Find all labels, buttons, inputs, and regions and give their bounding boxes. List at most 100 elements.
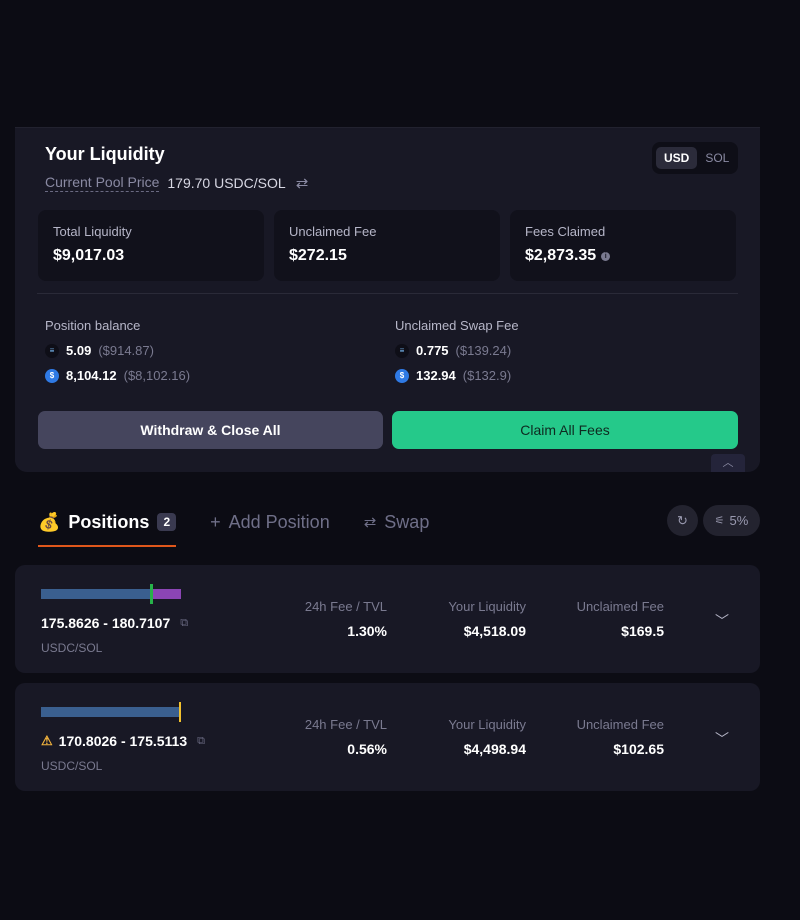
sliders-icon: ⚟ <box>714 515 725 527</box>
tab-swap-label: Swap <box>384 511 430 532</box>
balance-amount: 8,104.12 <box>66 368 117 383</box>
stat-value-text: $2,873.35 <box>525 247 597 264</box>
pool-price-value: 179.70 USDC/SOL <box>167 175 286 191</box>
slippage-value: 5% <box>729 513 749 528</box>
tab-positions-label: Positions <box>68 511 150 532</box>
external-link-icon[interactable]: ⧉ <box>180 617 188 630</box>
fee-usd: ($132.9) <box>462 368 512 383</box>
col-label: Your Liquidity <box>448 599 526 614</box>
usdc-token-icon: $ <box>395 368 409 383</box>
external-link-icon[interactable]: ⧉ <box>197 735 205 748</box>
tab-add-position[interactable]: + Add Position <box>210 505 330 539</box>
range-bar-price-marker <box>179 702 181 722</box>
fee-usd: ($139.24) <box>455 343 512 358</box>
price-range-text: 175.8626 - 180.7107 <box>41 615 171 631</box>
withdraw-close-all-button[interactable]: Withdraw & Close All <box>38 411 383 449</box>
col-unclaimed-fee: Unclaimed Fee $102.65 <box>577 717 664 757</box>
fee-row-usdc: $ 132.94 ($132.9) <box>395 368 715 383</box>
pool-price-label: Current Pool Price <box>45 174 160 192</box>
stat-value-text: $272.15 <box>289 247 347 264</box>
sol-token-icon: ≡ <box>45 343 59 358</box>
liquidity-panel: Your Liquidity Current Pool Price 179.70… <box>15 128 760 472</box>
refresh-button[interactable]: ↻ <box>667 505 698 536</box>
slippage-button[interactable]: ⚟ 5% <box>703 505 760 536</box>
balance-row-usdc: $ 8,104.12 ($8,102.16) <box>45 368 365 383</box>
position-card[interactable]: 175.8626 - 180.7107 ⧉ USDC/SOL 24h Fee /… <box>15 565 760 673</box>
position-balance: Position balance ≡ 5.09 ($914.87) $ 8,10… <box>45 318 365 383</box>
chevron-down-icon[interactable]: ﹀ <box>715 611 729 631</box>
stat-fees-claimed: Fees Claimed $2,873.35 i <box>510 210 736 281</box>
pair-label: USDC/SOL <box>41 641 103 655</box>
col-value: 0.56% <box>347 741 387 757</box>
range-bar-usdc <box>41 707 181 717</box>
col-label: 24h Fee / TVL <box>304 717 387 732</box>
stat-label: Unclaimed Fee <box>289 224 377 239</box>
range-bar <box>41 702 181 722</box>
position-card[interactable]: ⚠ 170.8026 - 175.5113 ⧉ USDC/SOL 24h Fee… <box>15 683 760 791</box>
range-bar-sol <box>151 589 181 599</box>
swap-icon: ⇄ <box>363 514 377 531</box>
balance-row-sol: ≡ 5.09 ($914.87) <box>45 343 365 358</box>
col-value: $4,498.94 <box>463 741 526 757</box>
stat-value: $272.15 <box>289 247 485 265</box>
stat-value: $9,017.03 <box>53 247 249 265</box>
col-fee-tvl: 24h Fee / TVL 0.56% <box>305 717 387 757</box>
refresh-icon: ↻ <box>677 512 688 528</box>
col-label: 24h Fee / TVL <box>304 599 387 614</box>
unclaimed-swap-fee-label: Unclaimed Swap Fee <box>395 318 519 333</box>
fee-row-sol: ≡ 0.775 ($139.24) <box>395 343 715 358</box>
chevron-down-icon[interactable]: ﹀ <box>715 729 729 749</box>
col-label: Unclaimed Fee <box>576 717 664 732</box>
divider <box>37 293 738 294</box>
currency-usd[interactable]: USD <box>656 147 698 169</box>
chevron-up-icon[interactable]: ︿ <box>711 454 745 472</box>
tab-add-position-label: Add Position <box>228 511 330 532</box>
unclaimed-swap-fee: Unclaimed Swap Fee ≡ 0.775 ($139.24) $ 1… <box>395 318 715 383</box>
position-balance-label: Position balance <box>45 318 141 333</box>
stat-label: Fees Claimed <box>525 224 606 239</box>
warning-icon: ⚠ <box>41 733 53 748</box>
plus-icon: + <box>210 511 221 532</box>
range-bar <box>41 584 181 604</box>
col-value: $169.5 <box>621 623 664 639</box>
col-fee-tvl: 24h Fee / TVL 1.30% <box>305 599 387 639</box>
stat-total-liquidity: Total Liquidity $9,017.03 <box>38 210 264 281</box>
tab-positions[interactable]: 💰 Positions 2 <box>38 505 177 547</box>
price-range-text: 170.8026 - 175.5113 <box>58 733 188 749</box>
fee-amount: 0.775 <box>416 343 449 358</box>
claim-all-fees-button[interactable]: Claim All Fees <box>392 411 738 449</box>
tab-swap[interactable]: ⇄ Swap <box>364 505 430 539</box>
col-label: Unclaimed Fee <box>576 599 664 614</box>
position-tabs: 💰 Positions 2 + Add Position ⇄ Swap <box>38 505 463 547</box>
col-value: $4,518.09 <box>463 623 526 639</box>
stat-unclaimed-fee: Unclaimed Fee $272.15 <box>274 210 500 281</box>
currency-toggle[interactable]: USD SOL <box>652 142 738 174</box>
liquidity-title: Your Liquidity <box>45 144 165 164</box>
price-range: 175.8626 - 180.7107 ⧉ <box>41 615 188 631</box>
stat-value: $2,873.35 i <box>525 247 721 265</box>
pool-price: Current Pool Price 179.70 USDC/SOL ⇄ <box>45 174 308 192</box>
balance-usd: ($8,102.16) <box>123 368 191 383</box>
currency-sol[interactable]: SOL <box>697 147 737 169</box>
usdc-token-icon: $ <box>45 368 59 383</box>
swap-arrows-icon[interactable]: ⇄ <box>296 174 309 192</box>
col-your-liquidity: Your Liquidity $4,518.09 <box>448 599 526 639</box>
col-unclaimed-fee: Unclaimed Fee $169.5 <box>577 599 664 639</box>
col-label: Your Liquidity <box>448 717 526 732</box>
sol-token-icon: ≡ <box>395 343 409 358</box>
col-value: 1.30% <box>347 623 387 639</box>
stat-value-text: $9,017.03 <box>53 247 125 264</box>
range-bar-price-marker <box>149 584 153 604</box>
stat-label: Total Liquidity <box>53 224 132 239</box>
info-icon[interactable]: i <box>601 251 611 261</box>
col-value: $102.65 <box>613 741 664 757</box>
balance-amount: 5.09 <box>66 343 92 358</box>
col-your-liquidity: Your Liquidity $4,498.94 <box>448 717 526 757</box>
range-bar-usdc <box>41 589 152 599</box>
money-bag-icon: 💰 <box>38 511 61 532</box>
balance-usd: ($914.87) <box>98 343 154 358</box>
positions-count-badge: 2 <box>157 513 177 531</box>
pair-label: USDC/SOL <box>41 759 103 773</box>
fee-amount: 132.94 <box>416 368 456 383</box>
price-range: ⚠ 170.8026 - 175.5113 ⧉ <box>41 733 205 749</box>
